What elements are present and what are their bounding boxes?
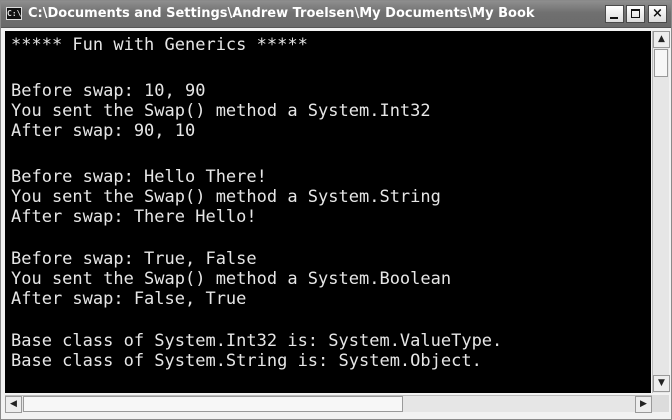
vertical-scrollbar[interactable]: ▲ ▼ xyxy=(652,31,670,393)
scroll-up-button[interactable]: ▲ xyxy=(653,31,670,48)
maximize-icon xyxy=(631,9,640,18)
console-line: You sent the Swap() method a System.Bool… xyxy=(11,269,452,289)
console-window: C:\ C:\Documents and Settings\Andrew Tro… xyxy=(0,0,672,420)
console-line: Before swap: Hello There! xyxy=(11,167,267,187)
minimize-button[interactable] xyxy=(605,5,624,23)
horizontal-scrollbar[interactable]: ◀ ▶ xyxy=(5,395,652,413)
console-line: After swap: False, True xyxy=(11,289,247,309)
scroll-left-button[interactable]: ◀ xyxy=(5,396,22,413)
arrow-up-icon: ▲ xyxy=(658,34,665,44)
console-app-icon[interactable]: C:\ xyxy=(6,7,22,20)
maximize-button[interactable] xyxy=(626,5,645,23)
title-bar[interactable]: C:\ C:\Documents and Settings\Andrew Tro… xyxy=(1,1,671,28)
arrow-right-icon: ▶ xyxy=(640,399,647,409)
console-line: Base class of System.String is: System.O… xyxy=(11,351,482,371)
console-line: After swap: There Hello! xyxy=(11,207,257,227)
horizontal-scroll-thumb[interactable] xyxy=(23,396,403,412)
close-button[interactable]: × xyxy=(648,5,667,23)
console-line: Base class of System.Int32 is: System.Va… xyxy=(11,331,503,351)
scroll-down-button[interactable]: ▼ xyxy=(653,375,670,392)
console-line: After swap: 90, 10 xyxy=(11,121,196,141)
resize-grip[interactable] xyxy=(652,395,669,412)
minimize-icon xyxy=(610,17,618,19)
console-line: ***** Fun with Generics ***** xyxy=(11,35,308,55)
console-line: You sent the Swap() method a System.Int3… xyxy=(11,101,431,121)
console-line: Before swap: True, False xyxy=(11,249,257,269)
scroll-right-button[interactable]: ▶ xyxy=(635,396,652,413)
console-output[interactable]: ***** Fun with Generics ***** Before swa… xyxy=(5,31,651,393)
window-title: C:\Documents and Settings\Andrew Troelse… xyxy=(28,6,535,21)
arrow-down-icon: ▼ xyxy=(658,378,665,388)
console-line: You sent the Swap() method a System.Stri… xyxy=(11,187,441,207)
arrow-left-icon: ◀ xyxy=(10,399,17,409)
console-line: Before swap: 10, 90 xyxy=(11,81,206,101)
close-icon: × xyxy=(652,6,663,21)
vertical-scroll-thumb[interactable] xyxy=(654,49,668,77)
